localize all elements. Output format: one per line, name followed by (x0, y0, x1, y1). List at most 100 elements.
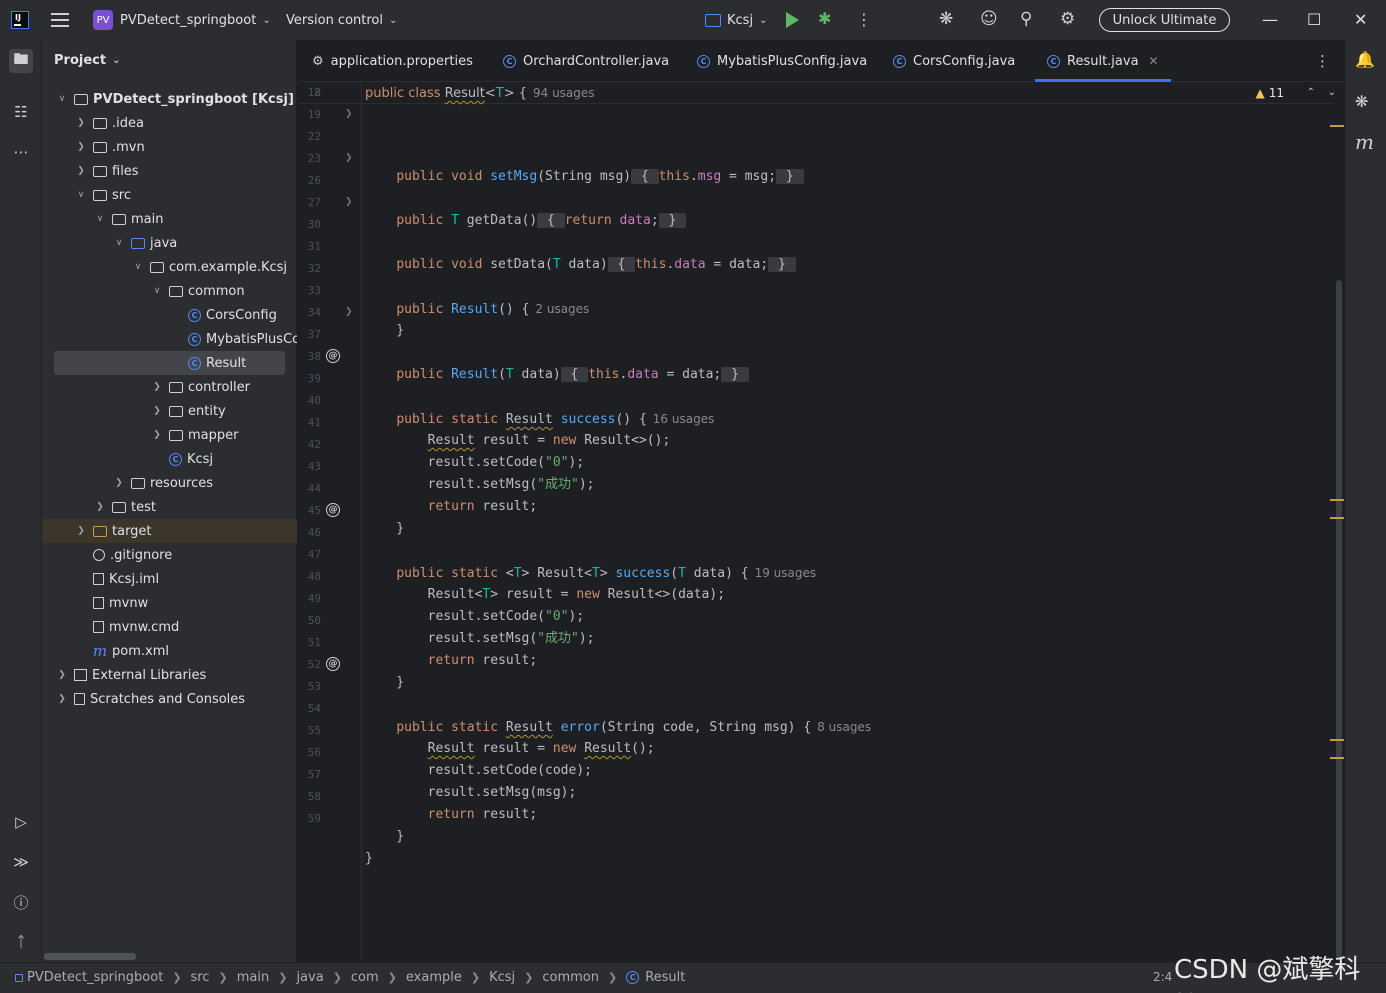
tree-item[interactable]: C Kcsj (42, 447, 297, 471)
chevron-down-icon[interactable]: ∨ (113, 238, 125, 248)
breadcrumb-item[interactable]: java (296, 970, 323, 985)
version-control-menu[interactable]: Version control ⌄ (286, 9, 397, 31)
tab-result[interactable]: C Result.java ✕ (1035, 40, 1171, 82)
usages-hint[interactable]: 8 usages (817, 720, 871, 734)
ai-chat-icon[interactable]: ❋ (1355, 92, 1368, 111)
tree-item[interactable]: ❯ entity (42, 399, 297, 423)
annotation-gutter-icon[interactable]: @ (326, 503, 340, 517)
usages-hint[interactable]: 16 usages (653, 412, 715, 426)
more-tools-icon[interactable]: ⋯ (9, 140, 33, 164)
tree-item[interactable]: C Result (54, 351, 285, 375)
tree-item[interactable]: ❯ .idea (42, 111, 297, 135)
breadcrumb-item[interactable]: com (351, 970, 379, 985)
tab-orchard-controller[interactable]: C OrchardController.java (503, 40, 669, 82)
terminal-icon[interactable]: ≫ (9, 850, 33, 874)
chevron-right-icon[interactable]: ❯ (113, 478, 125, 488)
project-panel-header[interactable]: Project ⌄ (54, 53, 120, 68)
warning-stripe[interactable] (1330, 499, 1344, 501)
chevron-down-icon[interactable]: ∨ (151, 286, 163, 296)
search-icon[interactable]: ⚲ (1020, 9, 1032, 29)
tree-item[interactable]: ❯ mapper (42, 423, 297, 447)
horizontal-scrollbar[interactable] (44, 953, 136, 960)
breadcrumb-item[interactable]: Kcsj (489, 970, 515, 985)
vertical-scrollbar[interactable] (1336, 280, 1342, 960)
caret-position[interactable]: 2:4 (1153, 970, 1172, 984)
tree-item[interactable]: mvnw.cmd (42, 615, 297, 639)
breadcrumb-item[interactable]: common (542, 970, 599, 985)
fold-expand-icon[interactable]: ❯ (345, 307, 353, 317)
problems-icon[interactable]: ⓘ (9, 890, 33, 914)
debug-icon[interactable]: ✱ (818, 9, 831, 28)
intellij-logo-icon[interactable]: IJ (11, 11, 29, 29)
chevron-right-icon[interactable]: ❯ (151, 382, 163, 392)
ai-assistant-icon[interactable]: ❋ (939, 9, 953, 29)
tree-item[interactable]: m pom.xml (42, 639, 297, 663)
run-icon[interactable] (786, 12, 799, 28)
services-icon[interactable]: ▷ (9, 810, 33, 834)
git-icon[interactable]: ᛏ (9, 930, 33, 954)
tab-mybatis-plus-config[interactable]: C MybatisPlusConfig.java (697, 40, 867, 82)
unlock-ultimate-button[interactable]: Unlock Ultimate (1099, 8, 1230, 32)
tree-item[interactable]: ❯ target (42, 519, 297, 543)
tree-item[interactable]: ∨ common (42, 279, 297, 303)
run-configuration-selector[interactable]: Kcsj ⌄ (705, 9, 767, 31)
tree-item[interactable]: C CorsConfig (42, 303, 297, 327)
warning-stripe[interactable] (1330, 125, 1344, 127)
tree-item[interactable]: .gitignore (42, 543, 297, 567)
tree-item[interactable]: mvnw (42, 591, 297, 615)
chevron-down-icon[interactable]: ∨ (56, 94, 68, 104)
tree-item[interactable]: ❯ test (42, 495, 297, 519)
project-switcher[interactable]: PV PVDetect_springboot ⌄ (93, 9, 271, 31)
tree-item[interactable]: ∨ com.example.Kcsj (42, 255, 297, 279)
breadcrumb-item[interactable]: example (406, 970, 462, 985)
tree-item[interactable]: ❯ .mvn (42, 135, 297, 159)
close-icon[interactable]: ✕ (1354, 10, 1367, 29)
chevron-right-icon[interactable]: ❯ (151, 430, 163, 440)
chevron-right-icon[interactable]: ❯ (75, 166, 87, 176)
maximize-icon[interactable]: ☐ (1307, 10, 1321, 29)
fold-expand-icon[interactable]: ❯ (345, 197, 353, 207)
chevron-right-icon[interactable]: ❯ (151, 406, 163, 416)
annotation-gutter-icon[interactable]: @ (326, 349, 340, 363)
warning-stripe[interactable] (1330, 757, 1344, 759)
usages-hint[interactable]: 19 usages (755, 566, 817, 580)
project-tool-icon[interactable]: 🖿 (9, 49, 33, 73)
fold-expand-icon[interactable]: ❯ (345, 153, 353, 163)
maven-icon[interactable]: m (1355, 130, 1374, 154)
chevron-right-icon[interactable]: ❯ (94, 502, 106, 512)
next-highlight-icon[interactable]: ⌄ (1328, 87, 1336, 98)
tree-item[interactable]: ❯ files (42, 159, 297, 183)
breadcrumb-item[interactable]: main (237, 970, 269, 985)
tree-item[interactable]: ❯ External Libraries (42, 663, 297, 687)
tree-item[interactable]: C MybatisPlusCor (42, 327, 297, 351)
settings-gear-icon[interactable]: ⚙ (1060, 9, 1075, 29)
tree-item[interactable]: ∨ src (42, 183, 297, 207)
tab-options-icon[interactable]: ⋮ (1315, 52, 1330, 70)
minimize-icon[interactable]: — (1262, 10, 1278, 29)
add-user-icon[interactable]: ☺ (980, 9, 998, 29)
chevron-right-icon[interactable]: ❯ (75, 526, 87, 536)
chevron-right-icon[interactable]: ❯ (75, 118, 87, 128)
close-tab-icon[interactable]: ✕ (1149, 54, 1159, 68)
tree-item[interactable]: ∨PVDetect_springboot [Kcsj]D:\未发 (42, 87, 297, 111)
fold-expand-icon[interactable]: ❯ (345, 109, 353, 119)
usages-hint[interactable]: 2 usages (535, 302, 589, 316)
editor-gutter[interactable]: 18 19 ❯ 22 23 ❯ 26 27 ❯ 30 31 32 33 34 ❯ 37 38 @39 40 41 42 4… (298, 82, 362, 962)
chevron-right-icon[interactable]: ❯ (75, 142, 87, 152)
tree-item[interactable]: ❯ Scratches and Consoles (42, 687, 297, 711)
structure-tool-icon[interactable]: ☷ (9, 100, 33, 124)
tree-item[interactable]: ❯ resources (42, 471, 297, 495)
warning-stripe[interactable] (1330, 739, 1344, 741)
tab-cors-config[interactable]: C CorsConfig.java (893, 40, 1015, 82)
breadcrumb-item[interactable]: PVDetect_springboot (15, 970, 163, 985)
breadcrumb-item[interactable]: C Result (626, 970, 685, 985)
code-area[interactable]: public void setMsg(String msg) { this.ms… (365, 82, 1315, 962)
chevron-right-icon[interactable]: ❯ (56, 694, 68, 704)
chevron-down-icon[interactable]: ∨ (94, 214, 106, 224)
notifications-bell-icon[interactable]: 🔔 (1355, 50, 1375, 69)
tree-item[interactable]: ❯ controller (42, 375, 297, 399)
more-actions-icon[interactable]: ⋮ (856, 10, 872, 29)
tree-item[interactable]: ∨ java (42, 231, 297, 255)
main-menu-icon[interactable] (51, 12, 69, 28)
annotation-gutter-icon[interactable]: @ (326, 657, 340, 671)
